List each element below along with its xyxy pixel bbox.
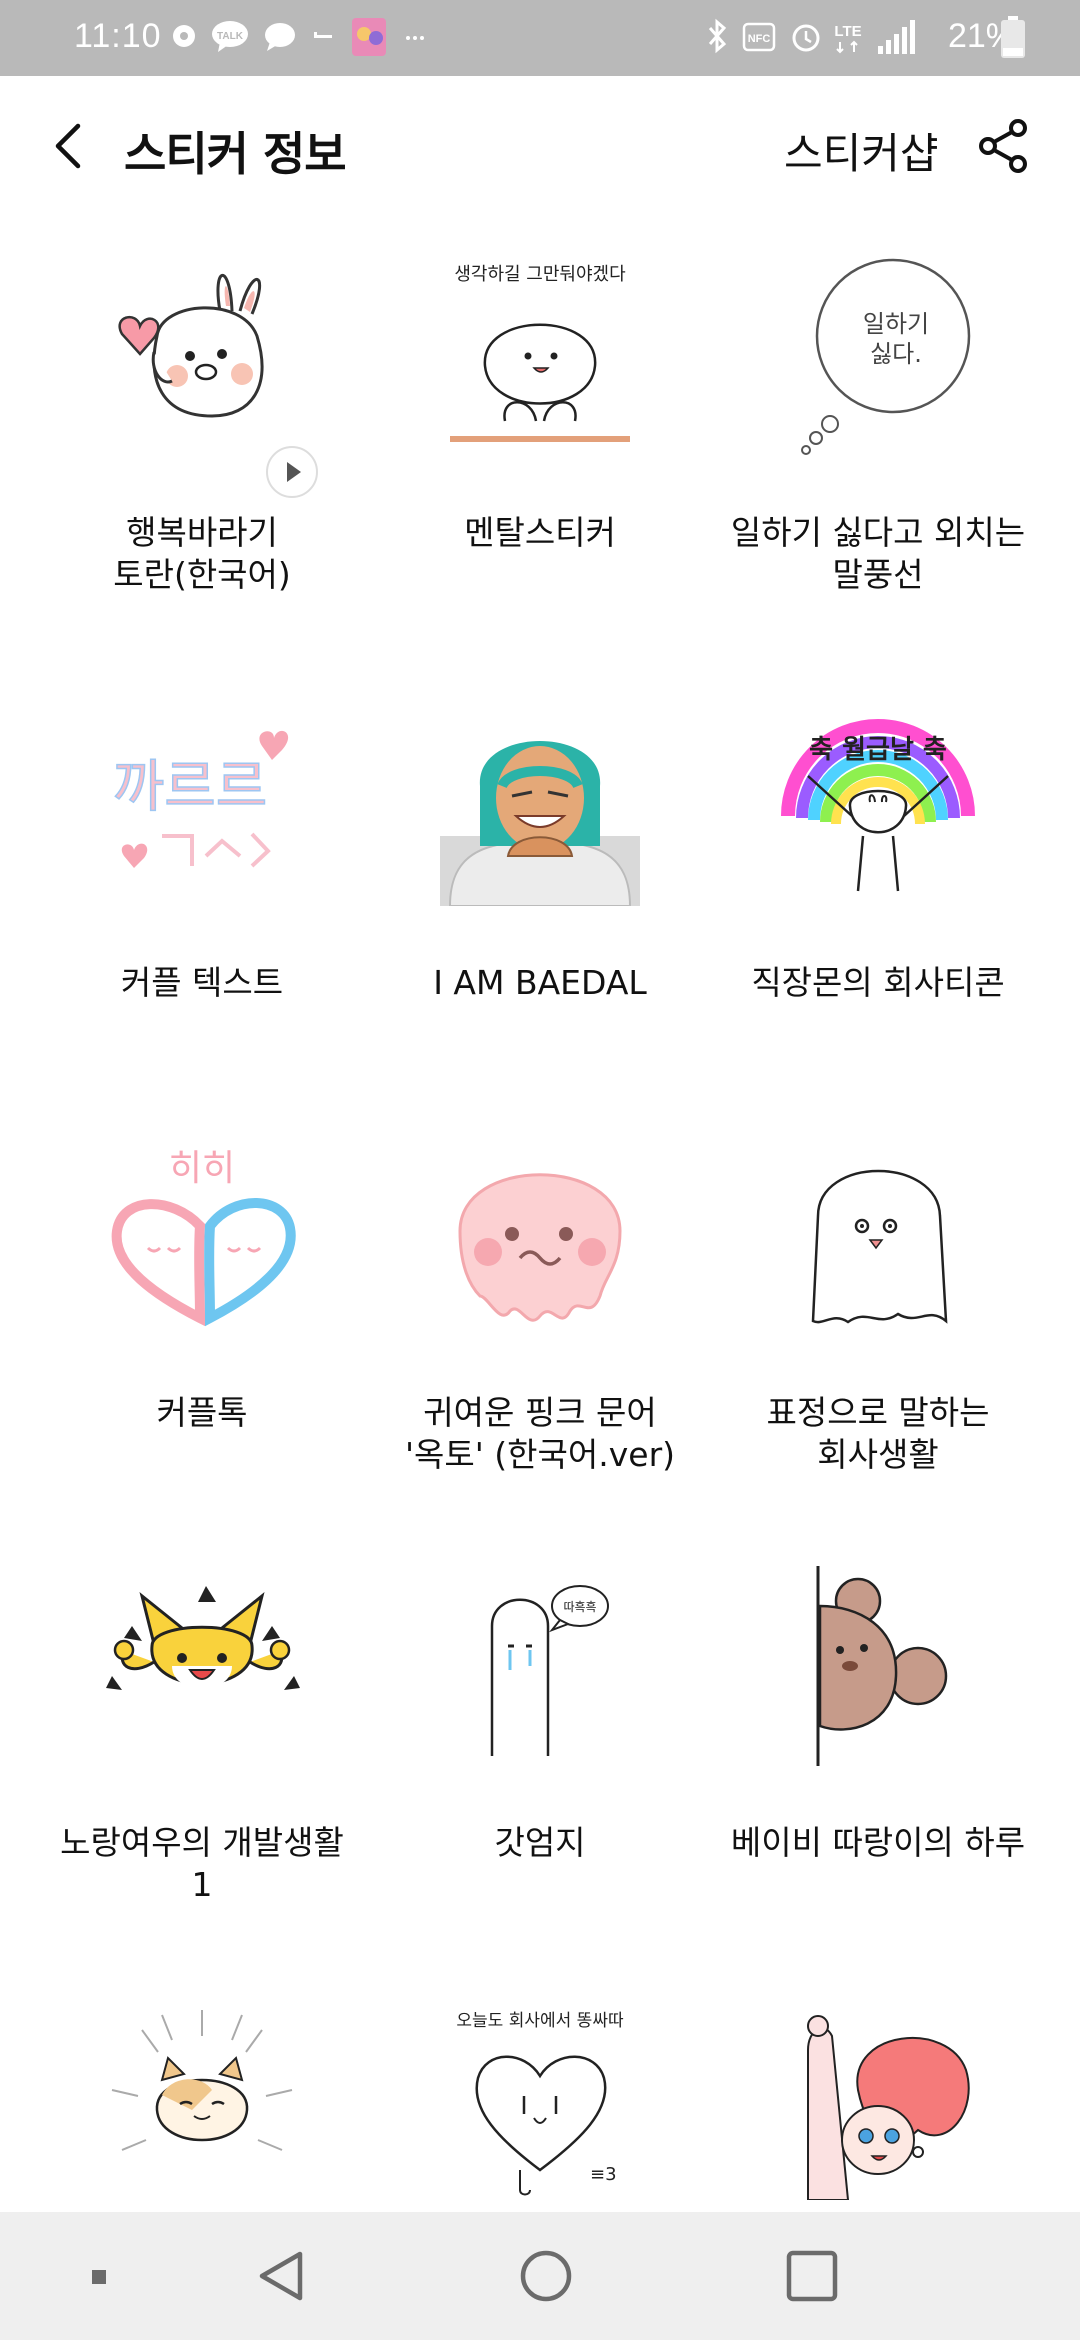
- mental-face-sticker: 생각하길 그만둬야겠다: [440, 256, 640, 456]
- chat-bubble-icon: [265, 23, 295, 51]
- delivery-man-sticker: [440, 706, 640, 906]
- sticker-item[interactable]: [710, 1980, 1046, 2212]
- sticker-caption: 노랑여우의 개발생활 1: [60, 1823, 344, 1904]
- sticker-item[interactable]: 따흑흑 갓엄지: [372, 1546, 708, 1966]
- couple-text-sticker: 까르르: [102, 706, 302, 906]
- more-dots-icon: [406, 36, 424, 40]
- bunny-heart-sticker: [102, 256, 302, 456]
- sticker-caption: 베이비 따랑이의 하루: [730, 1823, 1026, 1862]
- back-triangle-icon: [259, 2251, 303, 2301]
- screen: 11:10 TALK NFC LTE 21% 스티커 정보 스티커샵 행복바라기…: [0, 0, 1080, 2340]
- thumb-text: 히히: [169, 1148, 235, 1189]
- nav-home-button[interactable]: [510, 2240, 582, 2312]
- yellow-fox-sticker: [102, 1566, 302, 1766]
- ghost-face-sticker: [778, 1136, 978, 1336]
- sticker-item[interactable]: 축 월급날 축 직장몬의 회사티콘: [710, 686, 1046, 1096]
- sticker-item[interactable]: 노랑여우의 개발생활 1: [34, 1546, 370, 1966]
- bluetooth-icon: [708, 18, 727, 54]
- red-hair-girl-sticker: [778, 2000, 978, 2200]
- sticker-caption: 일하기 싫다고 외치는 말풍선: [730, 513, 1026, 594]
- heart-character-sticker: 오늘도 회사에서 똥싸따 ≡3: [440, 2000, 640, 2200]
- nav-overview-button[interactable]: [776, 2240, 848, 2312]
- payday-rainbow-sticker: 축 월급날 축: [778, 706, 978, 906]
- play-icon: [266, 446, 318, 498]
- svg-text:NFC: NFC: [748, 33, 771, 45]
- cat-sticker: [102, 2000, 302, 2200]
- location-icon: [173, 25, 195, 47]
- sticker-item[interactable]: 오늘도 회사에서 똥싸따 ≡3: [372, 1980, 708, 2212]
- share-button[interactable]: [972, 114, 1036, 178]
- sticker-caption: I AM BAEDAL: [433, 963, 647, 1002]
- sticker-caption: 표정으로 말하는 회사생활: [766, 1393, 990, 1474]
- recent-apps-dot-button[interactable]: [64, 2240, 136, 2312]
- dash-icon: [314, 32, 332, 38]
- overview-square-icon: [786, 2250, 838, 2302]
- recent-apps-dot-icon: [92, 2270, 106, 2284]
- page-title: 스티커 정보: [124, 127, 347, 181]
- talk-icon: TALK: [212, 21, 248, 52]
- thumb-text: 일하기: [863, 310, 929, 338]
- battery-icon: [1001, 16, 1025, 58]
- svg-text:TALK: TALK: [217, 31, 244, 42]
- nfc-icon: NFC: [742, 22, 776, 52]
- nav-back-button[interactable]: [248, 2240, 320, 2312]
- sticker-item[interactable]: 히히 커플톡: [34, 1116, 370, 1536]
- sticker-grid: 행복바라기 토란(한국어) 생각하길 그만둬야겠다 멘탈스티커 일하기 싫다. …: [0, 216, 1080, 2212]
- alarm-icon: [792, 24, 820, 52]
- thumb-text: 까르르: [113, 755, 268, 820]
- status-bar: 11:10 TALK NFC LTE 21%: [0, 0, 1080, 76]
- status-left-icons: TALK: [173, 18, 424, 56]
- system-nav-bar: [0, 2212, 1080, 2340]
- sticker-caption: 귀여운 핑크 문어 '옥토' (한국어.ver): [404, 1393, 676, 1474]
- home-circle-icon: [520, 2250, 572, 2302]
- thumb-text: 오늘도 회사에서 똥싸따: [456, 2011, 624, 2031]
- sticker-item[interactable]: 행복바라기 토란(한국어): [34, 236, 370, 656]
- sticker-item[interactable]: 베이비 따랑이의 하루: [710, 1546, 1046, 1966]
- sticker-caption: 직장몬의 회사티콘: [751, 963, 1005, 1002]
- speech-bubble-sticker: 일하기 싫다.: [778, 256, 978, 456]
- sticker-caption: 갓엄지: [494, 1823, 586, 1862]
- sticker-caption: 멘탈스티커: [464, 513, 616, 552]
- sticker-item[interactable]: [34, 1980, 370, 2212]
- status-right-icons: NFC LTE: [708, 18, 915, 54]
- pink-octopus-sticker: [440, 1136, 640, 1336]
- sticker-item[interactable]: 표정으로 말하는 회사생활: [710, 1116, 1046, 1536]
- sticker-caption: 행복바라기 토란(한국어): [113, 513, 291, 594]
- svg-text:≡3: ≡3: [590, 2164, 617, 2185]
- thumb-text: 축 월급날 축: [809, 735, 947, 765]
- sticker-item[interactable]: 귀여운 핑크 문어 '옥토' (한국어.ver): [372, 1116, 708, 1536]
- sticker-item[interactable]: I AM BAEDAL: [372, 686, 708, 1096]
- sticker-item[interactable]: 일하기 싫다. 일하기 싫다고 외치는 말풍선: [710, 236, 1046, 656]
- app-avatar-icon: [352, 18, 386, 56]
- sticker-caption: 커플톡: [156, 1393, 248, 1432]
- sticker-caption: 커플 텍스트: [120, 963, 284, 1002]
- svg-text:LTE: LTE: [834, 23, 861, 40]
- thumb-text: 생각하길 그만둬야겠다: [454, 264, 626, 285]
- thumb-text: 싫다.: [870, 340, 922, 368]
- couple-hearts-sticker: 히히: [102, 1136, 302, 1336]
- thumb-text: 따흑흑: [563, 1600, 596, 1614]
- status-time: 11:10: [74, 17, 162, 55]
- sticker-item[interactable]: 까르르 커플 텍스트: [34, 686, 370, 1096]
- chevron-left-icon: [55, 123, 81, 169]
- sticker-item[interactable]: 생각하길 그만둬야겠다 멘탈스티커: [372, 236, 708, 656]
- signal-icon: [878, 20, 915, 54]
- lte-icon: LTE: [834, 23, 862, 54]
- back-button[interactable]: [40, 116, 100, 176]
- baby-mouse-sticker: [778, 1566, 978, 1766]
- share-icon: [979, 119, 1027, 173]
- app-header: 스티커 정보 스티커샵: [0, 76, 1080, 216]
- sticker-shop-button[interactable]: 스티커샵: [784, 120, 939, 181]
- thumb-character-sticker: 따흑흑: [440, 1566, 640, 1766]
